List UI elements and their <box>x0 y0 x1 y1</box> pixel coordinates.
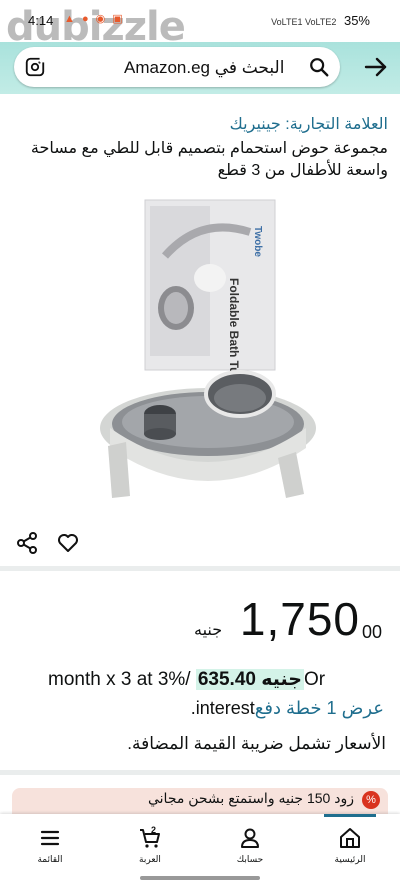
box-brand-text: Twobe <box>252 226 263 257</box>
vat-note: الأسعار تشمل ضريبة القيمة المضافة. <box>127 734 386 753</box>
cart-icon: 2 <box>140 826 160 848</box>
menu-icon <box>40 830 60 846</box>
search-box[interactable]: البحث في Amazon.eg <box>14 47 340 87</box>
notification-icons: ▲ ● ◉ ▣ <box>64 13 125 25</box>
installment-prefix: month x 3 at 3%/ <box>48 669 191 690</box>
battery-level: 35% <box>343 13 370 28</box>
camera-lens-icon[interactable] <box>24 56 46 78</box>
nav-menu-label: القائمة <box>37 854 63 864</box>
cart-count: 2 <box>151 826 156 835</box>
status-right: VoLTE1 VoLTE2 35% <box>271 13 370 28</box>
nav-cart[interactable]: 2 العربة <box>115 826 185 865</box>
interest-text: .interest <box>190 698 255 718</box>
section-divider <box>0 770 400 775</box>
home-icon <box>340 828 360 848</box>
search-header: البحث في Amazon.eg <box>0 42 400 94</box>
nav-home-label: الرئيسية <box>334 854 366 864</box>
product-image[interactable]: Twobe Foldable Bath Tub Set <box>90 196 330 501</box>
installment-line: month x 3 at 3%/ 635.40 جنيه Or <box>48 668 325 691</box>
product-title: مجموعة حوض استحمام بتصميم قابل للطي مع م… <box>30 140 388 179</box>
payment-plan-link[interactable]: عرض 1 خطة دفع <box>255 698 384 718</box>
gesture-handle[interactable] <box>140 876 260 880</box>
nav-account-label: حسابك <box>236 854 264 864</box>
section-divider <box>0 566 400 571</box>
user-icon <box>241 828 259 848</box>
nav-cart-label: العربة <box>139 854 161 864</box>
promo-text: زود 150 جنيه واستمتع بشحن مجاني <box>147 790 354 806</box>
status-bar: dubizzle 4:14 ▲ ● ◉ ▣ VoLTE1 VoLTE2 35% <box>0 0 400 50</box>
installment-amount: 635.40 جنيه <box>195 669 304 690</box>
active-tab-indicator <box>324 814 376 817</box>
heart-icon[interactable] <box>56 531 80 555</box>
search-input[interactable]: البحث في Amazon.eg <box>124 58 284 78</box>
nav-account[interactable]: حسابك <box>215 826 285 865</box>
nav-home[interactable]: الرئيسية <box>315 826 385 865</box>
signal-indicator: VoLTE1 VoLTE2 <box>271 17 337 27</box>
price-fraction: 00 <box>361 622 382 642</box>
brand-link[interactable]: العلامة التجارية: جينيريك <box>230 114 388 134</box>
status-time: 4:14 <box>28 13 54 28</box>
price-block: جنيه 1,750 00 <box>0 592 400 652</box>
search-icon[interactable] <box>308 56 330 78</box>
forward-arrow-icon[interactable] <box>364 56 388 78</box>
installment-plan-line: .interestعرض 1 خطة دفع <box>0 698 384 719</box>
nav-menu[interactable]: القائمة <box>15 826 85 865</box>
promo-card[interactable]: % زود 150 جنيه واستمتع بشحن مجاني <box>12 788 388 814</box>
percent-badge-icon: % <box>362 791 380 809</box>
promo-banner[interactable]: % زود 150 جنيه واستمتع بشحن مجاني <box>0 788 400 814</box>
installment-suffix: Or <box>304 669 326 690</box>
share-icon[interactable] <box>15 531 39 555</box>
price-currency: جنيه <box>194 622 223 639</box>
price-whole: 1,750 <box>239 593 360 645</box>
